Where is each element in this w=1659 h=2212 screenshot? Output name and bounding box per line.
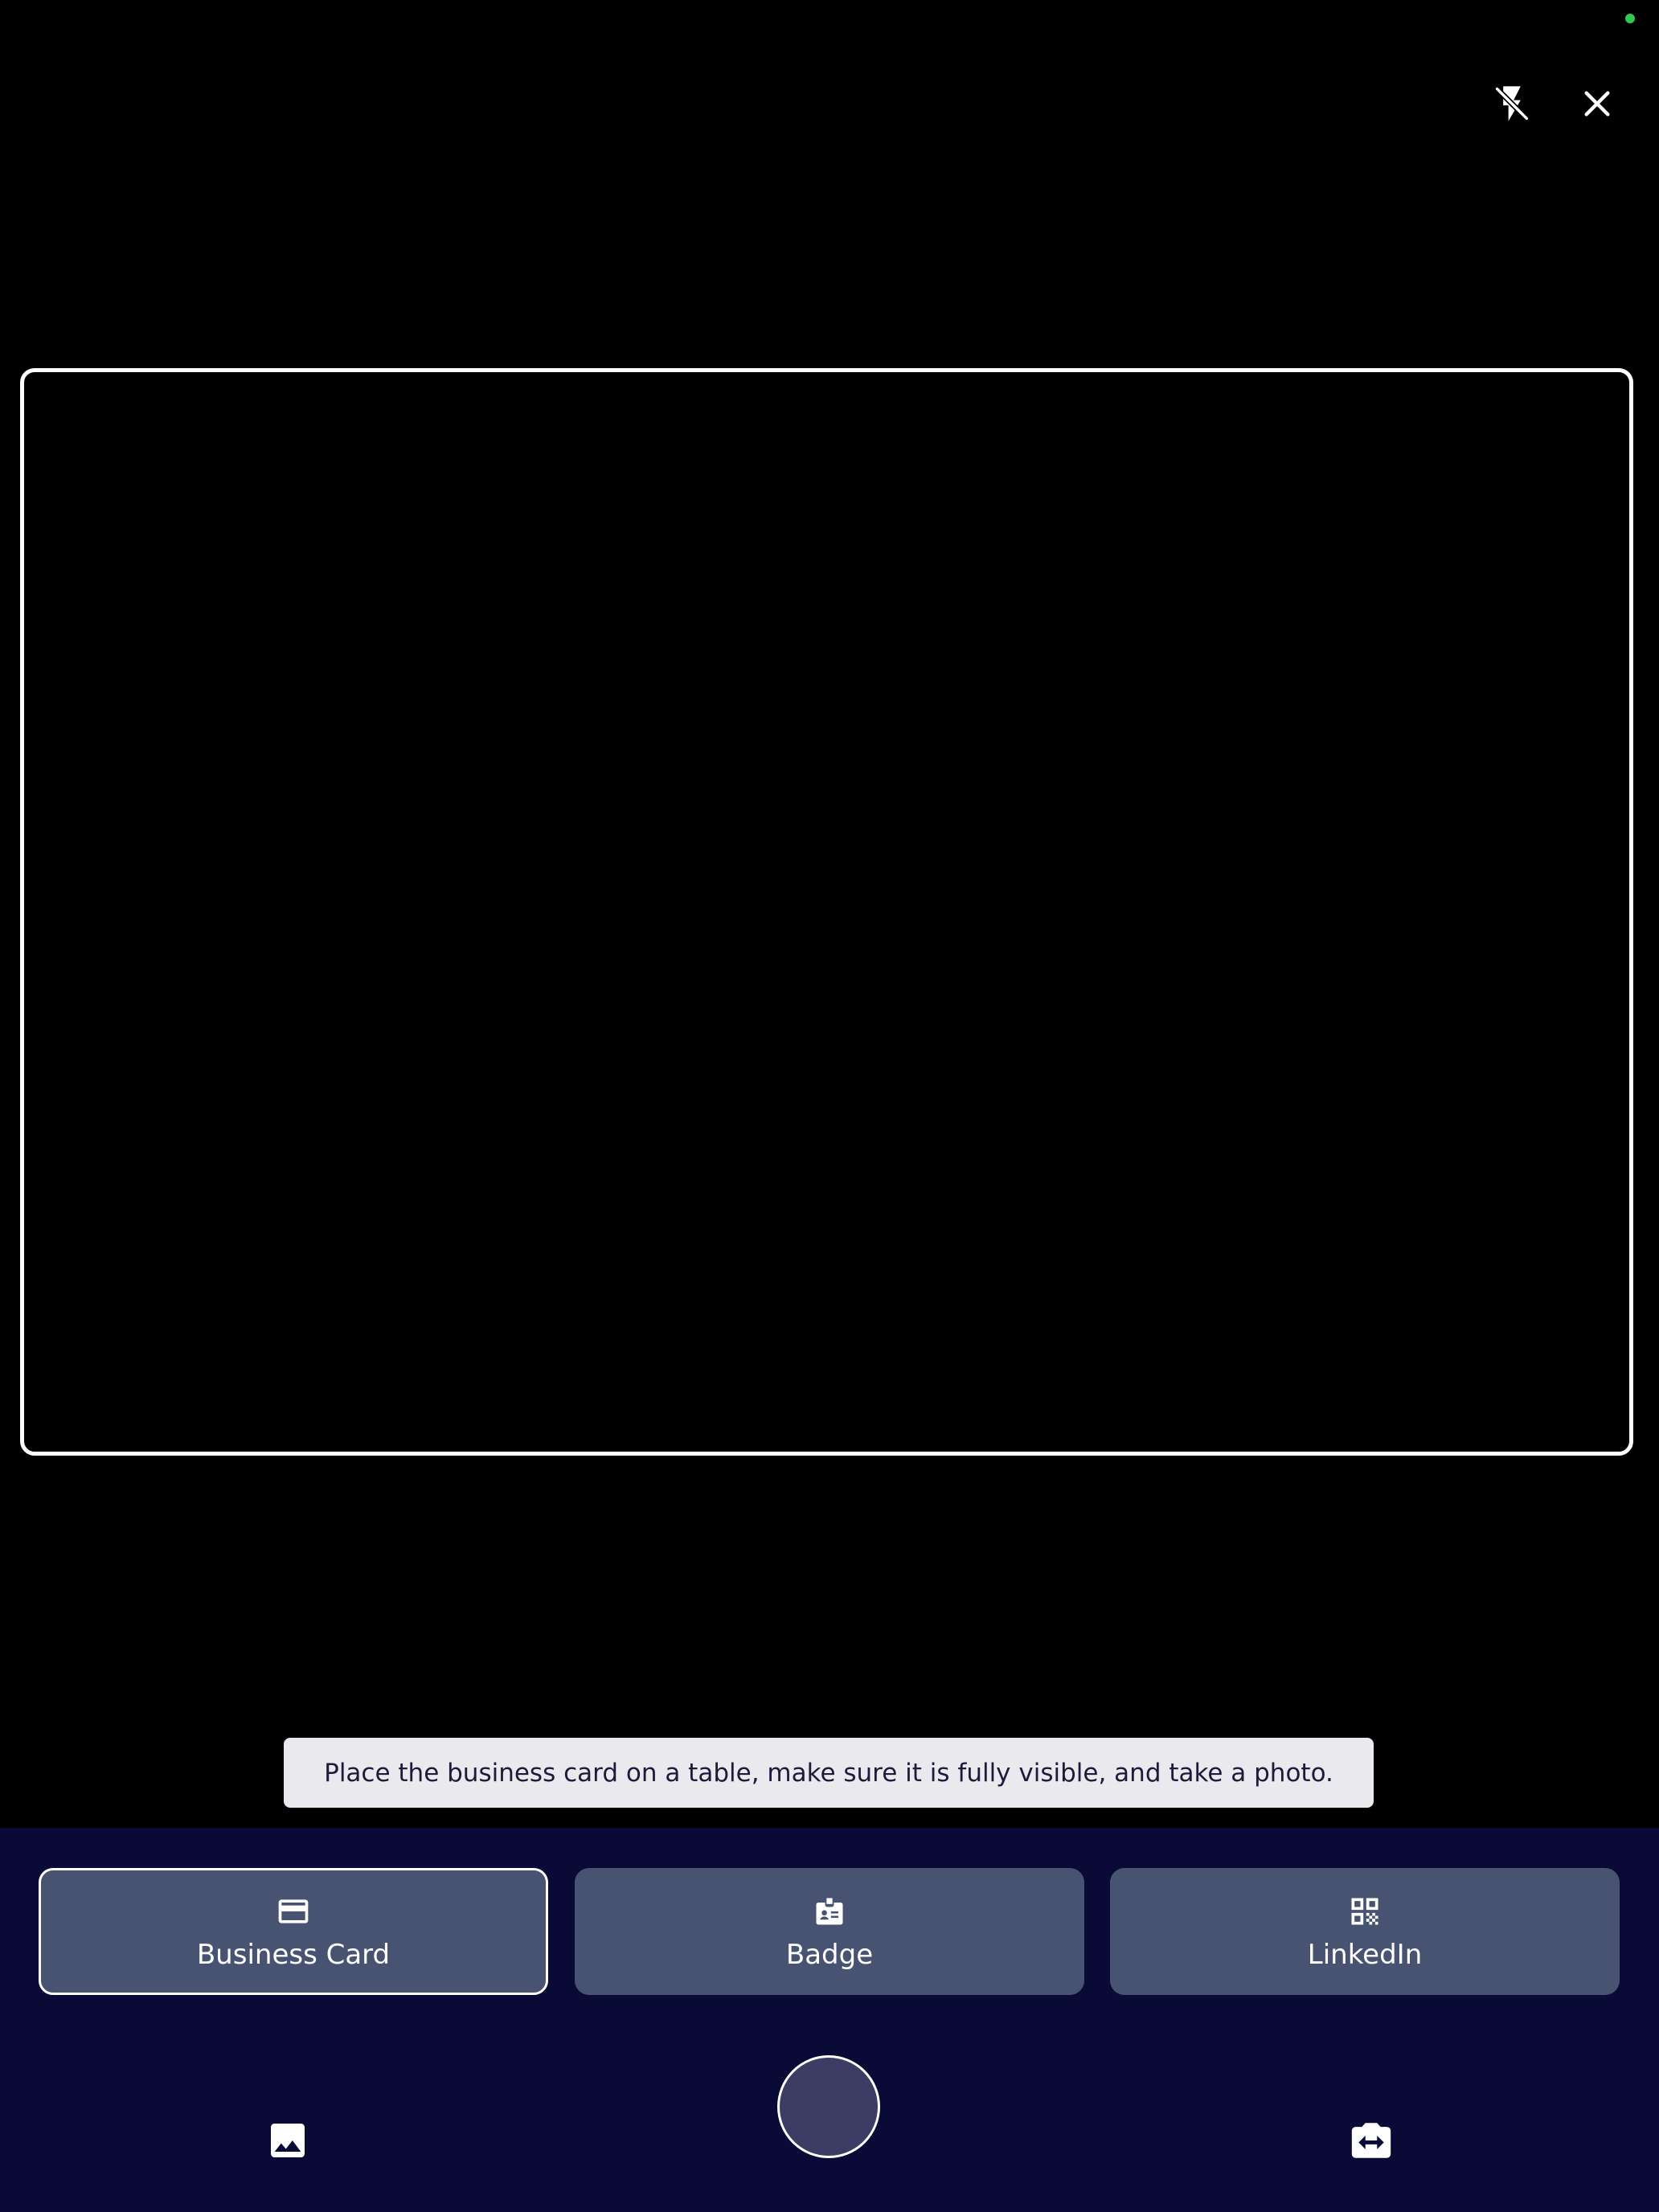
business-card-mode-label: Business Card	[196, 1939, 391, 1971]
badge-mode-label: Badge	[785, 1939, 874, 1971]
badge-icon	[810, 1892, 849, 1931]
qr-code-icon	[1346, 1892, 1384, 1931]
close-icon	[1581, 88, 1613, 123]
linkedin-mode-button[interactable]: LinkedIn	[1110, 1868, 1620, 1995]
credit-card-icon	[274, 1892, 313, 1931]
instruction-hint: Place the business card on a table, make…	[284, 1738, 1374, 1808]
flash-toggle-button[interactable]	[1480, 73, 1544, 137]
camera-switch-icon	[1348, 2117, 1395, 2167]
camera-screen: Place the business card on a table, make…	[0, 0, 1659, 2212]
close-button[interactable]	[1565, 73, 1629, 137]
scan-frame	[20, 368, 1633, 1456]
business-card-mode-button[interactable]: Business Card	[39, 1868, 548, 1995]
image-icon	[265, 2118, 310, 2166]
gallery-button[interactable]	[256, 2110, 320, 2174]
camera-in-use-indicator	[1625, 14, 1635, 23]
linkedin-mode-label: LinkedIn	[1307, 1939, 1423, 1971]
shutter-button[interactable]	[777, 2055, 880, 2158]
flash-off-icon	[1491, 83, 1533, 128]
switch-camera-button[interactable]	[1339, 2110, 1403, 2174]
badge-mode-button[interactable]: Badge	[575, 1868, 1084, 1995]
